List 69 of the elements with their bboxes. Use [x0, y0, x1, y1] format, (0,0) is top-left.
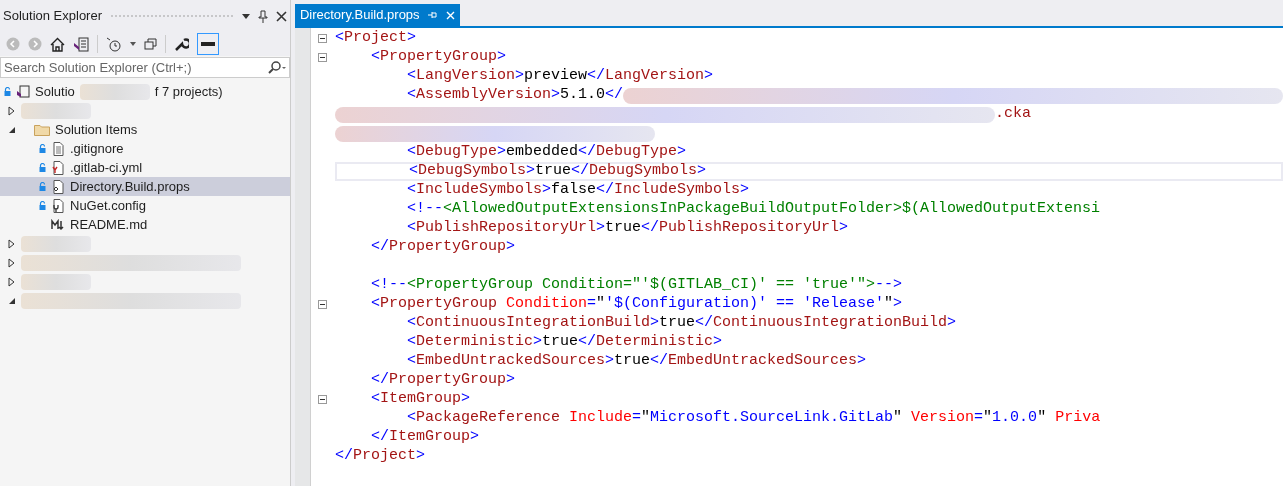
search-field[interactable]: Search Solution Explorer (Ctrl+;): [0, 57, 291, 78]
text-file-icon: [52, 141, 64, 156]
expanded-arrow-icon[interactable]: [8, 125, 16, 134]
redaction-blur: [21, 235, 91, 252]
code-line: </ItemGroup>: [369, 427, 479, 448]
redaction-blur: [21, 273, 91, 290]
collapse-icon[interactable]: [318, 34, 328, 43]
code-editor[interactable]: [294, 28, 1283, 486]
home-icon[interactable]: [50, 36, 65, 52]
code-line: <LangVersion>preview</LangVersion>: [405, 66, 714, 87]
collapse-icon[interactable]: [318, 395, 328, 404]
dropdown-icon[interactable]: [130, 42, 136, 46]
tree-item-label[interactable]: Solutio: [35, 81, 75, 102]
wrench-icon[interactable]: [174, 36, 189, 52]
redaction-blur: [79, 83, 150, 100]
tree-item[interactable]: Directory.Build.props: [0, 177, 291, 196]
tree-item-label: README.md: [70, 215, 148, 234]
solution-view-icon[interactable]: [73, 36, 89, 52]
collapsed-arrow-icon[interactable]: [8, 276, 16, 287]
wrench-file-icon: [52, 198, 64, 213]
search-icon[interactable]: [268, 60, 287, 75]
code-line: <ItemGroup>: [369, 389, 470, 410]
code-line: <ContinuousIntegrationBuild>true</ContinuousIntegrationBuild>: [405, 313, 957, 334]
code-line: <PropertyGroup Condition="'$(Configuration)' == 'Release'">: [369, 294, 903, 315]
redaction-blur: [21, 102, 91, 119]
code-line: </PropertyGroup>: [369, 237, 515, 258]
code-line: </PropertyGroup>: [369, 370, 515, 391]
collapsed-arrow-icon[interactable]: [8, 238, 16, 249]
collapsed-arrow-icon[interactable]: [8, 105, 16, 116]
code-line: <IncludeSymbols>false</IncludeSymbols>: [405, 180, 750, 201]
expanded-arrow-icon[interactable]: [8, 296, 16, 305]
dropdown-icon[interactable]: [242, 13, 251, 19]
collapse-icon[interactable]: [318, 300, 328, 309]
tree-item-label: NuGet.config: [70, 196, 146, 215]
tree-item[interactable]: README.md: [0, 215, 291, 234]
code-line: <!--<PropertyGroup Condition="'$(GITLAB_CI)' == 'true'">-->: [369, 275, 902, 296]
preview-toggle-button[interactable]: [197, 33, 219, 55]
yaml-file-icon: [52, 160, 64, 175]
folder-icon: [34, 123, 50, 136]
tree-item-label: Directory.Build.props: [70, 177, 190, 196]
tree-item-label: .gitignore: [70, 139, 124, 158]
code-line: <PropertyGroup>: [369, 47, 506, 68]
solution-icon: [16, 84, 30, 99]
code-line: </Project>: [334, 446, 425, 467]
close-icon[interactable]: [276, 10, 288, 22]
code-line: <PackageReference Include="Microsoft.SourceLink.GitLab" Version="1.0.0" Priva: [405, 408, 1101, 429]
history-icon[interactable]: [106, 36, 122, 52]
tree-item[interactable]: NuGet.config: [0, 196, 291, 215]
pin-icon[interactable]: [258, 9, 269, 23]
settings-file-icon: [52, 179, 64, 194]
tree-item-label[interactable]: Solution Items: [55, 119, 138, 140]
code-line: <DebugSymbols>true</DebugSymbols>: [407, 161, 707, 182]
code-line: <DebugType>embedded</DebugType>: [405, 142, 686, 163]
tree-item-label: .gitlab-ci.yml: [70, 158, 143, 177]
collapsed-arrow-icon[interactable]: [8, 257, 16, 268]
code-line: <Project>: [334, 28, 416, 49]
code-line: <PublishRepositoryUrl>true</PublishRepositoryUrl>: [405, 218, 849, 239]
code-line: <!--<AllowedOutputExtensionsInPackageBuildOutputFolder>$(AllowedOutputExtensi: [405, 199, 1101, 220]
collapse-all-icon[interactable]: [144, 38, 157, 50]
code-line: <EmbedUntrackedSources>true</EmbedUntrackedSources>: [405, 351, 867, 372]
code-line: <AssemblyVersion>5.1.0</: [405, 85, 623, 106]
markdown-file-icon: [51, 218, 65, 231]
tree-item-label[interactable]: f 7 projects): [154, 81, 223, 102]
code-line: <Deterministic>true</Deterministic>: [405, 332, 723, 353]
tree-item[interactable]: .gitlab-ci.yml: [0, 158, 291, 177]
collapse-icon[interactable]: [318, 53, 328, 62]
tree-item[interactable]: .gitignore: [0, 139, 291, 158]
panel-title: Solution Explorer: [3, 7, 102, 26]
code-line: .cka: [994, 104, 1031, 125]
